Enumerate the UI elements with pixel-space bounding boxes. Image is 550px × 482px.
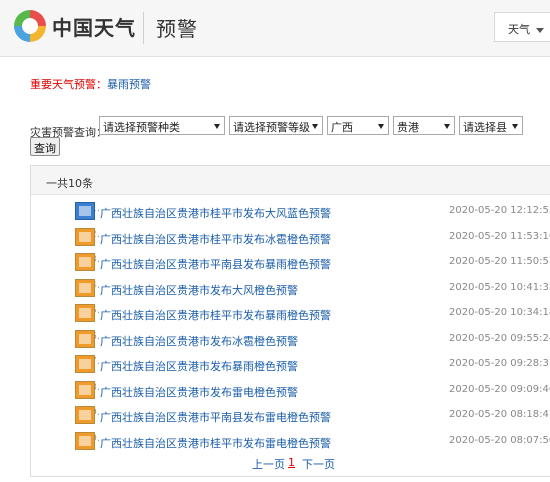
hail-warning-orange-icon [75,329,95,348]
list-item: 8. 广西壮族自治区贵港市发布雷电橙色预警 2020-05-20 09:09:4… [31,380,550,405]
province-select[interactable]: 广西 [327,116,389,135]
breadcrumb: 重要天气预警：暴雨预警 [30,76,151,92]
list-item: 6. 广西壮族自治区贵港市发布冰雹橙色预警 2020-05-20 09:55:2… [31,329,550,354]
header-divider [143,12,144,44]
warning-title-link[interactable]: 广西壮族自治区贵港市发布冰雹橙色预警 [100,333,298,349]
page-section-title: 预警 [156,17,198,41]
next-page-link[interactable]: 下一页 [302,456,335,472]
warning-time: 2020-05-20 08:18:41 [449,409,550,420]
warning-time: 2020-05-20 10:41:32 [449,281,550,293]
warning-title-link[interactable]: 广西壮族自治区贵港市发布暴雨橙色预警 [100,358,298,374]
lightning-warning-orange-icon [75,431,95,450]
list-item: 2. 广西壮族自治区贵港市桂平市发布冰雹橙色预警 2020-05-20 11:5… [31,227,550,252]
hail-warning-orange-icon [75,227,95,246]
chevron-down-icon [536,27,544,33]
dropdown-arrow-icon [378,124,384,129]
warning-title-link[interactable]: 广西壮族自治区贵港市桂平市发布暴雨橙色预警 [100,307,331,323]
warning-time: 2020-05-20 09:55:24 [449,332,550,344]
warning-title-link[interactable]: 广西壮族自治区贵港市发布雷电橙色预警 [100,384,298,400]
weather-menu-label: 天气 [508,23,530,36]
wind-warning-blue-icon [75,202,95,220]
list-item: 10. 广西壮族自治区贵港市桂平市发布雷电橙色预警 2020-05-20 08:… [31,431,550,456]
rainstorm-warning-orange-icon [75,355,95,373]
warning-time: 2020-05-20 12:12:53 [449,205,550,216]
rainstorm-warning-orange-icon [75,304,95,322]
wind-warning-orange-icon [75,278,95,297]
warning-type-value: 请选择预警种类 [103,121,180,134]
query-button[interactable]: 查询 [30,137,60,156]
province-value: 广西 [331,121,353,134]
warning-time: 2020-05-20 09:28:37 [449,358,550,369]
weather-menu-button[interactable]: 天气 [494,12,550,42]
warning-level-select[interactable]: 请选择预警等级 [229,116,323,135]
warning-type-select[interactable]: 请选择预警种类 [99,116,225,135]
list-item: 1. 广西壮族自治区贵港市桂平市发布大风蓝色预警 2020-05-20 12:1… [31,201,550,226]
county-select[interactable]: 请选择县 [459,116,523,135]
warning-level-value: 请选择预警等级 [233,121,310,134]
warning-time: 2020-05-20 10:34:18 [449,307,550,318]
rainstorm-warning-orange-icon [75,253,95,271]
list-item: 4. 广西壮族自治区贵港市发布大风橙色预警 2020-05-20 10:41:3… [31,278,550,303]
warning-title-link[interactable]: 广西壮族自治区贵港市平南县发布雷电橙色预警 [100,409,331,425]
site-brand[interactable]: 中国天气 [52,12,136,41]
warning-title-link[interactable]: 广西壮族自治区贵港市桂平市发布冰雹橙色预警 [100,231,331,247]
warning-title-link[interactable]: 广西壮族自治区贵港市桂平市发布大风蓝色预警 [100,205,331,221]
warning-title-link[interactable]: 广西壮族自治区贵港市发布大风橙色预警 [100,282,298,298]
county-value: 请选择县 [463,121,507,134]
current-page-link[interactable]: 1 [288,456,295,469]
warning-title-link[interactable]: 广西壮族自治区贵港市桂平市发布雷电橙色预警 [100,435,331,451]
list-item: 7. 广西壮族自治区贵港市发布暴雨橙色预警 2020-05-20 09:28:3… [31,354,550,379]
list-item: 3. 广西壮族自治区贵港市平南县发布暴雨橙色预警 2020-05-20 11:5… [31,252,550,277]
city-value: 贵港 [397,121,419,134]
dropdown-arrow-icon [214,124,220,129]
list-item: 5. 广西壮族自治区贵港市桂平市发布暴雨橙色预警 2020-05-20 10:3… [31,303,550,328]
breadcrumb-link[interactable]: 暴雨预警 [107,78,151,91]
city-select[interactable]: 贵港 [393,116,455,135]
warning-time: 2020-05-20 11:50:57 [449,256,550,267]
prev-page-link[interactable]: 上一页 [252,456,285,472]
breadcrumb-separator: ： [96,78,107,91]
dropdown-arrow-icon [312,124,318,129]
list-item: 9. 广西壮族自治区贵港市平南县发布雷电橙色预警 2020-05-20 08:1… [31,405,550,430]
breadcrumb-current: 重要天气预警 [30,78,96,91]
site-header: 中国天气 预警 天气 [0,0,550,57]
china-weather-logo-icon[interactable] [12,8,48,44]
list-total: 一共10条 [31,166,550,195]
dropdown-arrow-icon [512,124,518,129]
lightning-warning-orange-icon [75,406,95,424]
warning-time: 2020-05-20 08:07:50 [449,434,550,446]
warning-list: 一共10条 1. 广西壮族自治区贵港市桂平市发布大风蓝色预警 2020-05-2… [30,165,550,477]
dropdown-arrow-icon [444,124,450,129]
lightning-warning-orange-icon [75,380,95,399]
warning-time: 2020-05-20 09:09:46 [449,383,550,395]
warning-title-link[interactable]: 广西壮族自治区贵港市平南县发布暴雨橙色预警 [100,256,331,272]
warning-time: 2020-05-20 11:53:16 [449,230,550,242]
